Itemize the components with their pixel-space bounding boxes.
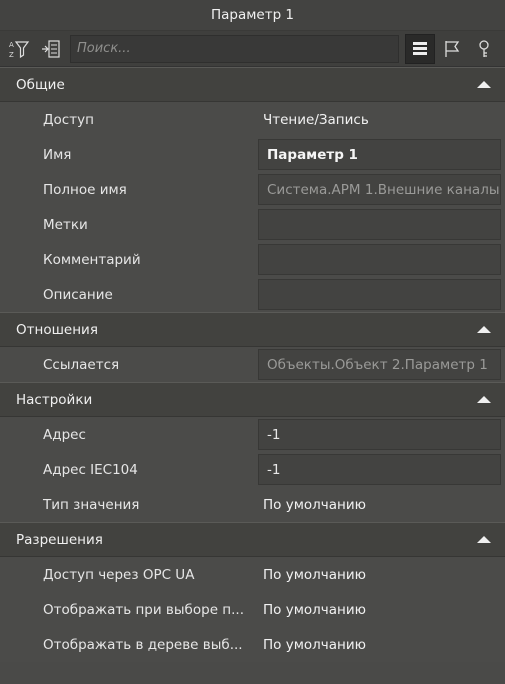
- property-row-full-name: Полное имя Система.АРМ 1.Внешние каналы.: [0, 172, 505, 207]
- property-label: Комментарий: [43, 251, 141, 268]
- window-title-bar: Параметр 1: [0, 0, 505, 31]
- flag-icon: [445, 40, 460, 57]
- window-title: Параметр 1: [210, 7, 295, 23]
- property-label: Метки: [43, 216, 88, 233]
- chevron-up-icon[interactable]: [477, 396, 491, 403]
- property-label: Имя: [43, 146, 72, 163]
- section-header-settings[interactable]: Настройки: [0, 382, 505, 417]
- section-header-permissions[interactable]: Разрешения: [0, 522, 505, 557]
- list-view-icon: [413, 41, 427, 55]
- property-label: Адрес: [43, 426, 86, 443]
- value-type-select[interactable]: По умолчанию: [258, 497, 505, 513]
- opc-ua-access-select[interactable]: По умолчанию: [258, 567, 505, 583]
- full-name-field[interactable]: Система.АРМ 1.Внешние каналы.: [258, 174, 501, 205]
- section-title: Разрешения: [16, 531, 103, 548]
- property-row-address-iec104: Адрес IEC104 -1: [0, 452, 505, 487]
- property-row-references: Ссылается Объекты.Объект 2.Параметр 1: [0, 347, 505, 382]
- comment-field[interactable]: [258, 244, 501, 275]
- show-on-select-select[interactable]: По умолчанию: [258, 602, 505, 618]
- description-field[interactable]: [258, 279, 501, 310]
- property-label: Отображать при выборе п...: [43, 601, 244, 618]
- property-row-opc-ua-access: Доступ через OPC UA По умолчанию: [0, 557, 505, 592]
- property-row-name: Имя Параметр 1: [0, 137, 505, 172]
- search-input[interactable]: [70, 34, 399, 63]
- chevron-up-icon[interactable]: [477, 326, 491, 333]
- section-title: Общие: [16, 76, 65, 93]
- show-in-tree-select[interactable]: По умолчанию: [258, 637, 505, 653]
- svg-text:Z: Z: [9, 51, 14, 59]
- property-row-description: Описание: [0, 277, 505, 312]
- section-title: Отношения: [16, 321, 98, 338]
- sort-filter-button[interactable]: A Z: [4, 34, 34, 64]
- property-row-value-type: Тип значения По умолчанию: [0, 487, 505, 522]
- name-field[interactable]: Параметр 1: [258, 139, 501, 170]
- flag-button[interactable]: [437, 34, 467, 64]
- property-label: Доступ через OPC UA: [43, 566, 195, 583]
- svg-text:A: A: [9, 41, 14, 49]
- key-button[interactable]: [469, 34, 499, 64]
- property-row-show-on-select: Отображать при выборе п... По умолчанию: [0, 592, 505, 627]
- property-row-comment: Комментарий: [0, 242, 505, 277]
- collapse-tree-button[interactable]: [36, 34, 66, 64]
- section-title: Настройки: [16, 391, 93, 408]
- chevron-up-icon[interactable]: [477, 81, 491, 88]
- property-label: Отображать в дереве выб...: [43, 636, 243, 653]
- property-label: Доступ: [43, 111, 94, 128]
- collapse-tree-icon: [42, 39, 60, 58]
- toolbar: A Z: [0, 31, 505, 67]
- property-row-tags: Метки: [0, 207, 505, 242]
- section-header-relations[interactable]: Отношения: [0, 312, 505, 347]
- section-header-general[interactable]: Общие: [0, 67, 505, 102]
- property-row-address: Адрес -1: [0, 417, 505, 452]
- property-label: Ссылается: [43, 356, 120, 373]
- property-label: Тип значения: [43, 496, 140, 513]
- address-field[interactable]: -1: [258, 419, 501, 450]
- references-field[interactable]: Объекты.Объект 2.Параметр 1: [258, 349, 501, 380]
- address-iec104-field[interactable]: -1: [258, 454, 501, 485]
- property-label: Полное имя: [43, 181, 127, 198]
- property-value: Чтение/Запись: [263, 111, 369, 128]
- chevron-up-icon[interactable]: [477, 536, 491, 543]
- property-row-show-in-tree: Отображать в дереве выб... По умолчанию: [0, 627, 505, 662]
- property-label: Адрес IEC104: [43, 461, 138, 478]
- sort-az-filter-icon: A Z: [9, 41, 30, 59]
- tags-field[interactable]: [258, 209, 501, 240]
- property-label: Описание: [43, 286, 113, 303]
- key-icon: [479, 39, 489, 57]
- list-view-button[interactable]: [405, 33, 435, 64]
- property-row-access: Доступ Чтение/Запись: [0, 102, 505, 137]
